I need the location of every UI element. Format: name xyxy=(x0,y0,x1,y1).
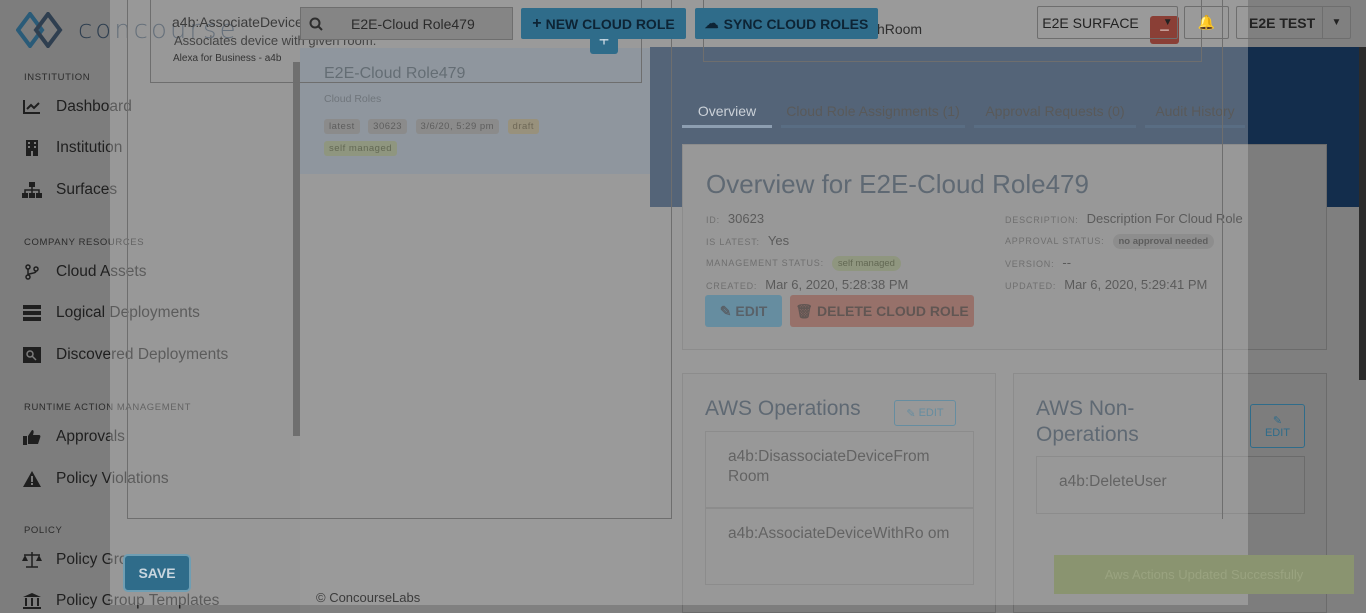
thumbs-up-icon xyxy=(22,428,42,446)
chevron-down-icon[interactable]: ▼ xyxy=(1322,7,1350,38)
building-icon xyxy=(22,139,42,157)
chevron-down-icon: ▼ xyxy=(1162,17,1173,28)
search-input[interactable]: E2E-Cloud Role479 xyxy=(300,7,513,40)
section-institution: INSTITUTION xyxy=(24,72,91,83)
plus-icon: + xyxy=(532,14,542,32)
search-icon xyxy=(301,17,331,31)
aws-non-operations-edit-button[interactable]: ✎ EDIT xyxy=(1250,404,1305,448)
user-menu[interactable]: E2E TEST ▼ xyxy=(1236,6,1351,39)
sitemap-icon xyxy=(22,181,42,199)
warning-icon xyxy=(22,470,42,488)
edit-icon: ✎ xyxy=(1272,414,1283,427)
balance-scale-icon xyxy=(22,551,42,569)
cloud-sync-icon: ☁ xyxy=(704,15,719,31)
server-icon xyxy=(22,304,42,322)
chart-line-icon xyxy=(22,98,42,116)
discovered-icon xyxy=(22,346,42,364)
footer-copyright: © ConcourseLabs xyxy=(316,590,421,605)
institution-icon xyxy=(22,592,42,610)
code-branch-icon xyxy=(22,263,42,281)
notifications-button[interactable]: 🔔 xyxy=(1184,6,1229,39)
modal-right-panel xyxy=(681,0,1223,519)
page-scrollbar[interactable] xyxy=(1359,47,1366,380)
sidebar-item-surfaces[interactable]: Surfaces xyxy=(22,181,117,199)
search-value: E2E-Cloud Role479 xyxy=(351,15,475,32)
sync-cloud-roles-button[interactable]: ☁ SYNC CLOUD ROLES xyxy=(695,8,878,39)
new-cloud-role-button[interactable]: + NEW CLOUD ROLE xyxy=(521,8,686,39)
bell-icon: 🔔 xyxy=(1197,14,1216,30)
section-policy: POLICY xyxy=(24,525,63,536)
concourse-logo-icon xyxy=(16,12,63,48)
surface-selector[interactable]: E2E SURFACE ▼ xyxy=(1037,6,1178,39)
sidebar-item-label: Surfaces xyxy=(56,181,118,198)
success-toast: Aws Actions Updated Successfully xyxy=(1054,555,1354,594)
suggestion-source: Alexa for Business - a4b xyxy=(173,53,282,64)
sidebar-item-institution[interactable]: Institution xyxy=(22,139,122,157)
save-button[interactable]: SAVE xyxy=(125,556,189,590)
